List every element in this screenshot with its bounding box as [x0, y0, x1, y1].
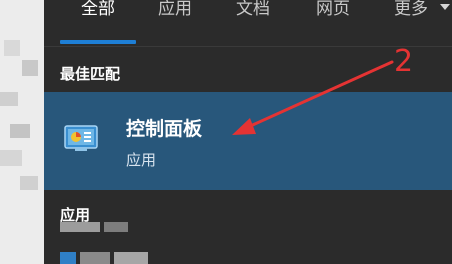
- blurred-tile: [22, 60, 38, 76]
- best-match-item[interactable]: 控制面板 应用: [44, 92, 452, 190]
- blurred-tile: [20, 176, 38, 190]
- caret-down-icon[interactable]: [440, 4, 450, 10]
- blurred-app-entry: [60, 252, 76, 264]
- blurred-app-entry: [80, 252, 110, 264]
- tab-docs[interactable]: 文档: [236, 0, 270, 19]
- blurred-tile: [0, 150, 22, 166]
- blurred-app-entry: [114, 252, 148, 264]
- tab-more[interactable]: 更多: [394, 0, 428, 19]
- active-tab-indicator: [60, 40, 136, 44]
- tab-all[interactable]: 全部: [81, 0, 115, 19]
- blurred-tile: [10, 124, 30, 138]
- best-match-title: 控制面板: [126, 118, 203, 140]
- best-match-header: 最佳匹配: [60, 65, 121, 83]
- blurred-app-entry: [60, 222, 100, 232]
- tab-web[interactable]: 网页: [316, 0, 350, 19]
- desktop-background-strip: [0, 0, 44, 264]
- control-panel-icon: [64, 125, 98, 151]
- blurred-app-entry: [104, 222, 128, 232]
- start-search-panel: 全部 应用 文档 网页 更多 最佳匹配 控制面板 应用 应用: [44, 0, 452, 264]
- best-match-subtitle: 应用: [126, 151, 157, 169]
- tab-apps[interactable]: 应用: [158, 0, 192, 19]
- search-tabs: 全部 应用 文档 网页 更多: [44, 0, 452, 28]
- blurred-tile: [0, 92, 18, 106]
- blurred-tile: [4, 40, 20, 56]
- tabs-divider: [44, 46, 452, 47]
